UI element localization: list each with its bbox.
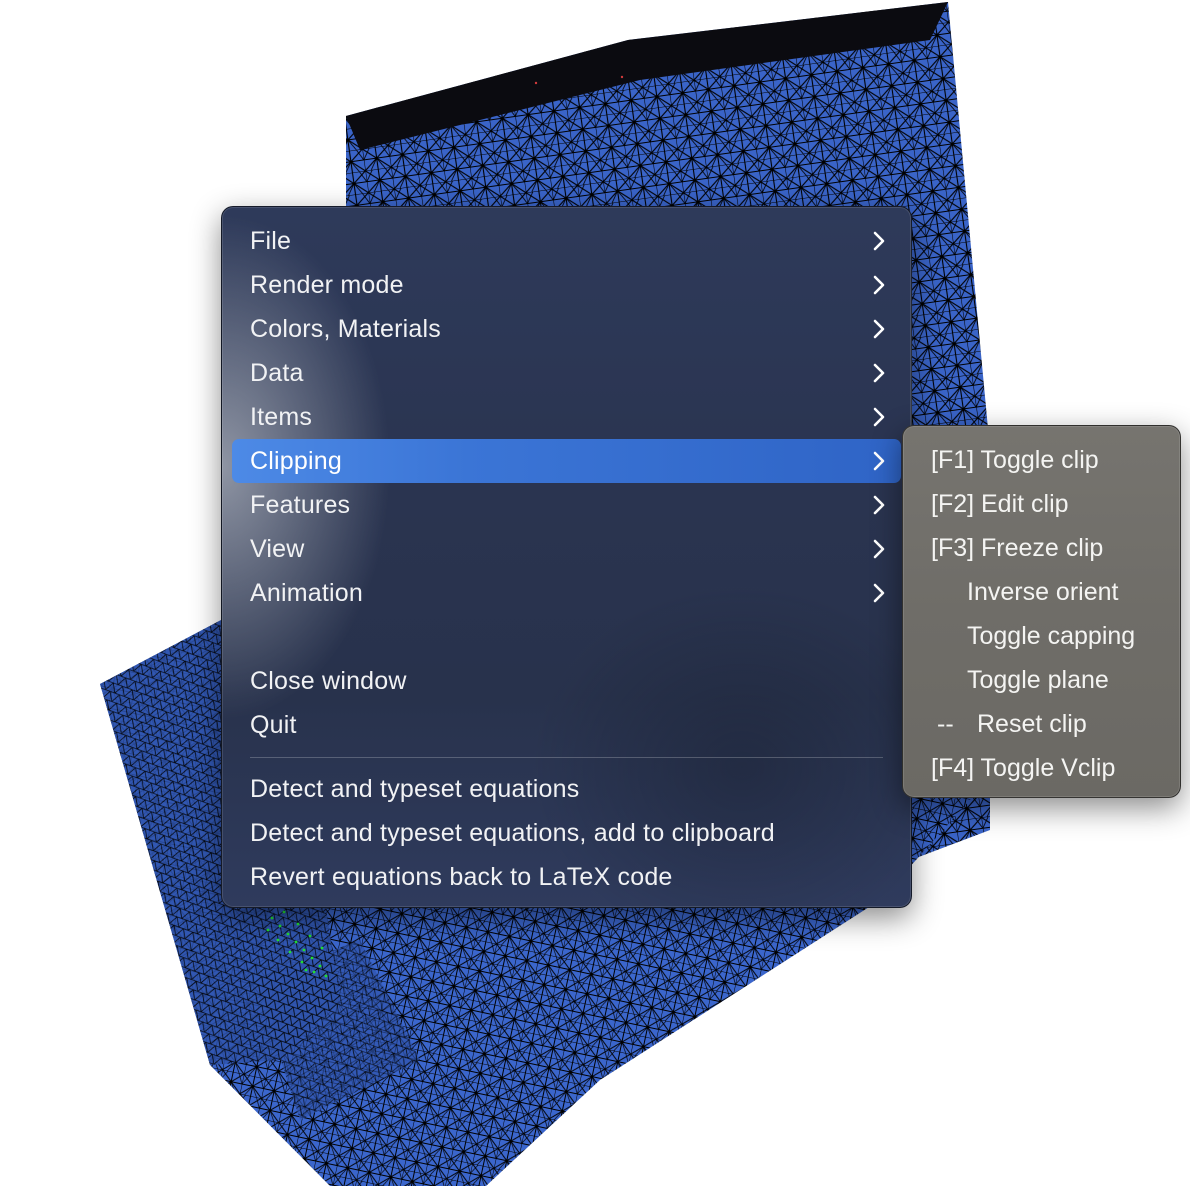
chevron-right-icon: [871, 439, 887, 483]
submenu-item-label: [F1] Toggle clip: [931, 446, 1099, 474]
submenu-item-f3-freeze-clip[interactable]: [F3] Freeze clip: [903, 526, 1180, 570]
submenu-item-label: Toggle capping: [967, 622, 1136, 650]
menu-item-items[interactable]: Items: [222, 395, 911, 439]
menu-item-colors-materials[interactable]: Colors, Materials: [222, 307, 911, 351]
submenu-item-label: [F4] Toggle Vclip: [931, 754, 1116, 782]
submenu-item-label: Inverse orient: [967, 578, 1119, 606]
menu-separator: [250, 757, 883, 758]
chevron-right-icon: [871, 219, 887, 263]
submenu-item-label: Toggle plane: [967, 666, 1109, 694]
menu-item-label: Animation: [250, 579, 363, 607]
submenu-item-toggle-capping[interactable]: Toggle capping: [903, 614, 1180, 658]
submenu-item-label: [F2] Edit clip: [931, 490, 1069, 518]
submenu-item-f2-edit-clip[interactable]: [F2] Edit clip: [903, 482, 1180, 526]
submenu-item-f1-toggle-clip[interactable]: [F1] Toggle clip: [903, 438, 1180, 482]
menu-item-data[interactable]: Data: [222, 351, 911, 395]
menu-item-file[interactable]: File: [222, 219, 911, 263]
menu-item-animation[interactable]: Animation: [222, 571, 911, 615]
clipping-submenu: [F1] Toggle clip [F2] Edit clip [F3] Freez…: [902, 425, 1181, 798]
menu-item-quit[interactable]: Quit: [222, 703, 911, 747]
chevron-right-icon: [871, 395, 887, 439]
submenu-item-label: [F3] Freeze clip: [931, 534, 1104, 562]
menu-item-label: Data: [250, 359, 304, 387]
menu-item-close-window[interactable]: Close window: [222, 659, 911, 703]
menu-item-label: Items: [250, 403, 313, 431]
menu-gap: [222, 615, 911, 659]
menu-item-label: Render mode: [250, 271, 404, 299]
submenu-item-inverse-orient[interactable]: Inverse orient: [903, 570, 1180, 614]
chevron-right-icon: [871, 483, 887, 527]
menu-item-revert-equations-back-to-latex-code[interactable]: Revert equations back to LaTeX code: [222, 855, 911, 899]
chevron-right-icon: [871, 351, 887, 395]
menu-item-detect-and-typeset-equations[interactable]: Detect and typeset equations: [222, 767, 911, 811]
menu-item-detect-and-typeset-equations-add-to-clipboard[interactable]: Detect and typeset equations, add to cli…: [222, 811, 911, 855]
menu-item-label: Colors, Materials: [250, 315, 441, 343]
submenu-item-prefix: --: [937, 710, 954, 738]
chevron-right-icon: [871, 263, 887, 307]
menu-item-label: File: [250, 227, 292, 255]
menu-item-clipping[interactable]: Clipping: [232, 439, 901, 483]
menu-item-features[interactable]: Features: [222, 483, 911, 527]
menu-item-label: View: [250, 535, 305, 563]
context-menu: File Render mode Colors, Materials Data Item…: [221, 206, 912, 908]
submenu-item-f4-toggle-vclip[interactable]: [F4] Toggle Vclip: [903, 746, 1180, 790]
menu-item-render-mode[interactable]: Render mode: [222, 263, 911, 307]
submenu-item-label: Reset clip: [977, 710, 1087, 738]
chevron-right-icon: [871, 527, 887, 571]
submenu-item-toggle-plane[interactable]: Toggle plane: [903, 658, 1180, 702]
menu-item-view[interactable]: View: [222, 527, 911, 571]
chevron-right-icon: [871, 571, 887, 615]
menu-item-label: Clipping: [250, 447, 342, 475]
menu-item-label: Features: [250, 491, 351, 519]
submenu-item-reset-clip[interactable]: -- Reset clip: [903, 702, 1180, 746]
chevron-right-icon: [871, 307, 887, 351]
